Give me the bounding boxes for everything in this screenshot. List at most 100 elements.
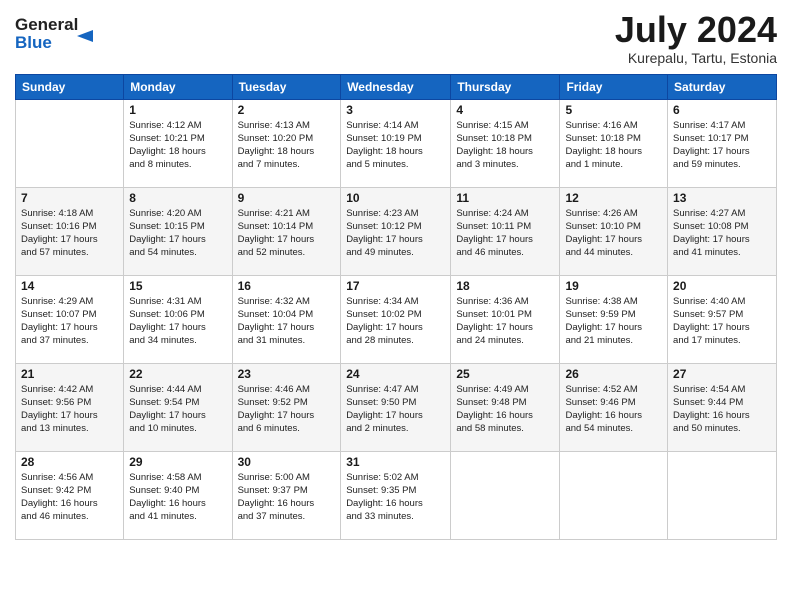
calendar-cell: 23Sunrise: 4:46 AM Sunset: 9:52 PM Dayli… (232, 363, 341, 451)
day-number: 12 (565, 191, 662, 205)
calendar-body: 1Sunrise: 4:12 AM Sunset: 10:21 PM Dayli… (16, 99, 777, 539)
calendar-cell: 30Sunrise: 5:00 AM Sunset: 9:37 PM Dayli… (232, 451, 341, 539)
logo-svg: General Blue (15, 10, 105, 54)
calendar-cell: 13 Sunrise: 4:27 AM Sunset: 10:08 PM Dayl… (668, 187, 777, 275)
col-monday: Monday (124, 74, 232, 99)
day-info: Sunrise: 4:27 AM Sunset: 10:08 PM Daylig… (673, 207, 771, 260)
calendar-cell: 4 Sunrise: 4:15 AM Sunset: 10:18 PM Dayli… (451, 99, 560, 187)
day-info: Sunrise: 4:17 AM Sunset: 10:17 PM Daylig… (673, 119, 771, 172)
day-number: 31 (346, 455, 445, 469)
calendar-cell: 14 Sunrise: 4:29 AM Sunset: 10:07 PM Dayl… (16, 275, 124, 363)
day-number: 28 (21, 455, 118, 469)
day-number: 6 (673, 103, 771, 117)
day-number: 29 (129, 455, 226, 469)
day-number: 18 (456, 279, 554, 293)
calendar-cell: 6 Sunrise: 4:17 AM Sunset: 10:17 PM Dayli… (668, 99, 777, 187)
day-number: 4 (456, 103, 554, 117)
calendar-cell (451, 451, 560, 539)
day-info: Sunrise: 4:23 AM Sunset: 10:12 PM Daylig… (346, 207, 445, 260)
day-info: Sunrise: 4:44 AM Sunset: 9:54 PM Dayligh… (129, 383, 226, 436)
calendar-cell: 3Sunrise: 4:14 AM Sunset: 10:19 PM Dayli… (341, 99, 451, 187)
day-info: Sunrise: 4:16 AM Sunset: 10:18 PM Daylig… (565, 119, 662, 172)
month-year-title: July 2024 (615, 10, 777, 50)
day-number: 17 (346, 279, 445, 293)
calendar-cell: 17Sunrise: 4:34 AM Sunset: 10:02 PM Dayl… (341, 275, 451, 363)
location-text: Kurepalu, Tartu, Estonia (615, 50, 777, 66)
day-number: 10 (346, 191, 445, 205)
day-number: 14 (21, 279, 118, 293)
svg-text:Blue: Blue (15, 33, 52, 52)
day-info: Sunrise: 4:52 AM Sunset: 9:46 PM Dayligh… (565, 383, 662, 436)
day-info: Sunrise: 4:21 AM Sunset: 10:14 PM Daylig… (238, 207, 336, 260)
day-number: 19 (565, 279, 662, 293)
col-thursday: Thursday (451, 74, 560, 99)
day-info: Sunrise: 4:42 AM Sunset: 9:56 PM Dayligh… (21, 383, 118, 436)
day-number: 2 (238, 103, 336, 117)
col-saturday: Saturday (668, 74, 777, 99)
title-block: July 2024 Kurepalu, Tartu, Estonia (615, 10, 777, 66)
calendar-page: General Blue July 2024 Kurepalu, Tartu, … (0, 0, 792, 612)
day-info: Sunrise: 4:13 AM Sunset: 10:20 PM Daylig… (238, 119, 336, 172)
calendar-cell: 1Sunrise: 4:12 AM Sunset: 10:21 PM Dayli… (124, 99, 232, 187)
calendar-week-row: 28 Sunrise: 4:56 AM Sunset: 9:42 PM Dayli… (16, 451, 777, 539)
day-info: Sunrise: 4:15 AM Sunset: 10:18 PM Daylig… (456, 119, 554, 172)
calendar-cell: 31 Sunrise: 5:02 AM Sunset: 9:35 PM Dayli… (341, 451, 451, 539)
day-number: 26 (565, 367, 662, 381)
day-info: Sunrise: 4:40 AM Sunset: 9:57 PM Dayligh… (673, 295, 771, 348)
day-number: 11 (456, 191, 554, 205)
day-info: Sunrise: 4:18 AM Sunset: 10:16 PM Daylig… (21, 207, 118, 260)
calendar-cell: 24 Sunrise: 4:47 AM Sunset: 9:50 PM Dayli… (341, 363, 451, 451)
day-info: Sunrise: 4:49 AM Sunset: 9:48 PM Dayligh… (456, 383, 554, 436)
day-info: Sunrise: 4:31 AM Sunset: 10:06 PM Daylig… (129, 295, 226, 348)
calendar-cell: 2 Sunrise: 4:13 AM Sunset: 10:20 PM Dayli… (232, 99, 341, 187)
header-row: Sunday Monday Tuesday Wednesday Thursday… (16, 74, 777, 99)
calendar-cell: 20Sunrise: 4:40 AM Sunset: 9:57 PM Dayli… (668, 275, 777, 363)
calendar-cell: 18Sunrise: 4:36 AM Sunset: 10:01 PM Dayl… (451, 275, 560, 363)
calendar-cell: 27 Sunrise: 4:54 AM Sunset: 9:44 PM Dayli… (668, 363, 777, 451)
calendar-week-row: 7 Sunrise: 4:18 AM Sunset: 10:16 PM Dayli… (16, 187, 777, 275)
day-info: Sunrise: 4:32 AM Sunset: 10:04 PM Daylig… (238, 295, 336, 348)
calendar-cell: 22 Sunrise: 4:44 AM Sunset: 9:54 PM Dayli… (124, 363, 232, 451)
calendar-cell: 9 Sunrise: 4:21 AM Sunset: 10:14 PM Dayli… (232, 187, 341, 275)
day-number: 7 (21, 191, 118, 205)
calendar-cell: 5 Sunrise: 4:16 AM Sunset: 10:18 PM Dayli… (560, 99, 668, 187)
calendar-cell: 8 Sunrise: 4:20 AM Sunset: 10:15 PM Dayli… (124, 187, 232, 275)
day-info: Sunrise: 4:14 AM Sunset: 10:19 PM Daylig… (346, 119, 445, 172)
day-number: 13 (673, 191, 771, 205)
calendar-cell: 26 Sunrise: 4:52 AM Sunset: 9:46 PM Dayli… (560, 363, 668, 451)
calendar-cell: 21 Sunrise: 4:42 AM Sunset: 9:56 PM Dayli… (16, 363, 124, 451)
calendar-table: Sunday Monday Tuesday Wednesday Thursday… (15, 74, 777, 540)
day-number: 16 (238, 279, 336, 293)
day-info: Sunrise: 4:12 AM Sunset: 10:21 PM Daylig… (129, 119, 226, 172)
calendar-cell (16, 99, 124, 187)
day-info: Sunrise: 4:47 AM Sunset: 9:50 PM Dayligh… (346, 383, 445, 436)
calendar-cell: 28 Sunrise: 4:56 AM Sunset: 9:42 PM Dayli… (16, 451, 124, 539)
day-info: Sunrise: 4:29 AM Sunset: 10:07 PM Daylig… (21, 295, 118, 348)
day-info: Sunrise: 5:00 AM Sunset: 9:37 PM Dayligh… (238, 471, 336, 524)
day-info: Sunrise: 4:56 AM Sunset: 9:42 PM Dayligh… (21, 471, 118, 524)
day-number: 8 (129, 191, 226, 205)
calendar-cell (560, 451, 668, 539)
calendar-cell: 12Sunrise: 4:26 AM Sunset: 10:10 PM Dayl… (560, 187, 668, 275)
calendar-cell: 7 Sunrise: 4:18 AM Sunset: 10:16 PM Dayli… (16, 187, 124, 275)
svg-text:General: General (15, 15, 78, 34)
day-number: 27 (673, 367, 771, 381)
day-number: 24 (346, 367, 445, 381)
col-tuesday: Tuesday (232, 74, 341, 99)
day-number: 21 (21, 367, 118, 381)
calendar-cell: 29Sunrise: 4:58 AM Sunset: 9:40 PM Dayli… (124, 451, 232, 539)
calendar-cell: 16 Sunrise: 4:32 AM Sunset: 10:04 PM Dayl… (232, 275, 341, 363)
day-number: 9 (238, 191, 336, 205)
day-number: 5 (565, 103, 662, 117)
calendar-cell: 15Sunrise: 4:31 AM Sunset: 10:06 PM Dayl… (124, 275, 232, 363)
day-info: Sunrise: 4:38 AM Sunset: 9:59 PM Dayligh… (565, 295, 662, 348)
day-info: Sunrise: 4:20 AM Sunset: 10:15 PM Daylig… (129, 207, 226, 260)
calendar-week-row: 14 Sunrise: 4:29 AM Sunset: 10:07 PM Dayl… (16, 275, 777, 363)
calendar-cell: 25 Sunrise: 4:49 AM Sunset: 9:48 PM Dayli… (451, 363, 560, 451)
day-info: Sunrise: 4:54 AM Sunset: 9:44 PM Dayligh… (673, 383, 771, 436)
day-number: 25 (456, 367, 554, 381)
day-number: 22 (129, 367, 226, 381)
day-info: Sunrise: 4:46 AM Sunset: 9:52 PM Dayligh… (238, 383, 336, 436)
day-info: Sunrise: 5:02 AM Sunset: 9:35 PM Dayligh… (346, 471, 445, 524)
calendar-week-row: 1Sunrise: 4:12 AM Sunset: 10:21 PM Dayli… (16, 99, 777, 187)
